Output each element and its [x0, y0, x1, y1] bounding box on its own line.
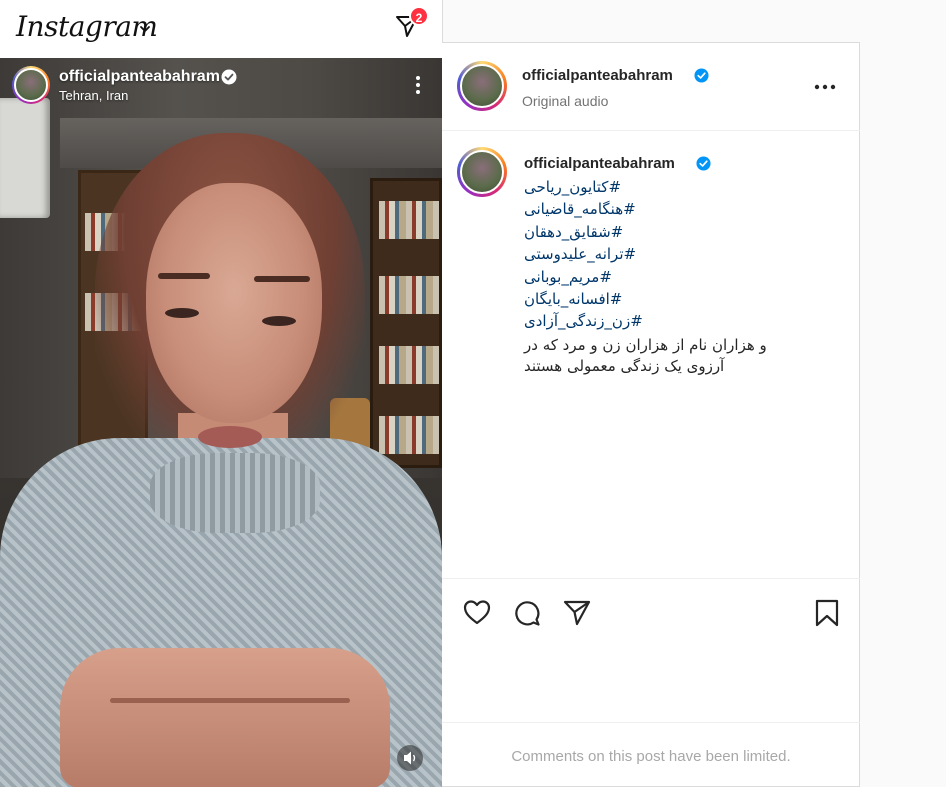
person-face — [146, 183, 322, 423]
hashtag-link[interactable]: #هنگامه_قاضیانی — [524, 198, 704, 220]
video-avatar[interactable] — [12, 66, 50, 104]
heart-icon[interactable] — [463, 599, 491, 625]
left-eyebrow — [158, 273, 210, 279]
person-hands — [60, 648, 390, 787]
hand-crease — [110, 698, 350, 703]
comment-bubble-icon[interactable] — [513, 599, 541, 627]
caption-username[interactable]: officialpanteabahram — [524, 155, 675, 172]
hashtag-link[interactable]: #شقایق_دهقان — [524, 221, 704, 243]
video-username[interactable]: officialpanteabahram — [59, 68, 220, 86]
air-conditioner — [0, 98, 50, 218]
verified-badge-icon — [694, 68, 709, 83]
verified-badge-icon — [696, 156, 711, 171]
hashtag-link[interactable]: #افسانه_بایگان — [524, 288, 704, 310]
mobile-top-bar: Instagram 2 — [0, 0, 442, 58]
bookmark-icon[interactable] — [815, 599, 839, 627]
hashtag-link[interactable]: #ترانه_علیدوستی — [524, 243, 704, 265]
right-eye — [262, 316, 296, 326]
chevron-down-icon[interactable] — [139, 23, 151, 35]
more-horizontal-icon[interactable] — [814, 84, 836, 90]
verified-badge-icon — [221, 69, 237, 85]
post-header-username[interactable]: officialpanteabahram — [522, 67, 673, 84]
post-panel: officialpanteabahram Original audio offi… — [442, 42, 860, 787]
hashtag-link[interactable]: #مریم_بوبانی — [524, 266, 704, 288]
caption-avatar[interactable] — [457, 147, 507, 197]
left-eye — [165, 308, 199, 318]
bookshelf-right — [370, 178, 442, 468]
right-eyebrow — [254, 276, 310, 282]
speaker-icon[interactable] — [397, 745, 423, 771]
hashtag-list: #کتایون_ریاحی #هنگامه_قاضیانی #شقایق_دهق… — [524, 176, 704, 333]
hashtag-link[interactable]: #زن_زندگی_آزادی — [524, 310, 704, 332]
hashtag-link[interactable]: #کتایون_ریاحی — [524, 176, 704, 198]
paper-plane-icon[interactable] — [563, 600, 591, 626]
instagram-logo[interactable]: Instagram — [16, 10, 158, 43]
header-divider — [442, 130, 860, 131]
person-mouth — [198, 426, 262, 448]
sweater-collar — [150, 453, 320, 533]
comments-limited-notice: Comments on this post have been limited. — [511, 748, 791, 765]
comments-divider — [442, 722, 860, 723]
reel-video[interactable]: officialpanteabahram Tehran, Iran — [0, 58, 442, 787]
video-location[interactable]: Tehran, Iran — [59, 88, 128, 103]
caption-text: و هزاران نام از هزاران زن و مرد که در آر… — [524, 336, 767, 375]
notification-badge: 2 — [409, 6, 429, 26]
actions-divider — [442, 578, 860, 579]
more-vertical-icon[interactable] — [410, 75, 426, 95]
original-audio-link[interactable]: Original audio — [522, 93, 608, 109]
post-header-avatar[interactable] — [457, 61, 507, 111]
